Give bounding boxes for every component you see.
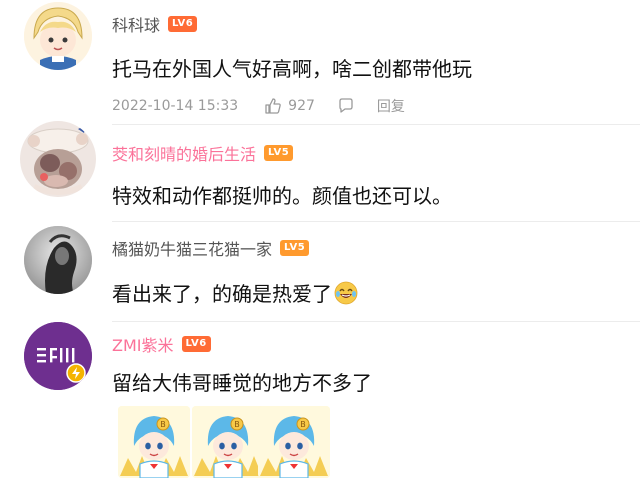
username-row: 科科球 LV6 [112,12,198,36]
sticker-emoji: B [258,406,330,478]
reply-button[interactable]: 回复 [377,96,405,116]
username-row: ZMI紫米 LV6 [112,332,211,356]
avatar[interactable] [24,322,92,390]
username[interactable]: ZMI紫米 [112,332,174,356]
photo-avatar-icon [24,226,92,294]
username[interactable]: 橘猫奶牛猫三花猫一家 [112,236,272,260]
avatar[interactable] [24,2,92,70]
anime-avatar-icon [24,2,92,70]
comment-text: 托马在外国人气好高啊，啥二创都带他玩 [112,57,472,81]
username-row: 茭和刻晴的婚后生活 LV5 [112,141,294,165]
sticker-emoji: B [118,406,190,478]
svg-text:B: B [300,420,306,429]
level-badge: LV6 [181,336,211,352]
comment-icon[interactable] [337,97,355,115]
bilibili-22-33-sticker: B [258,406,330,478]
thumbs-up-icon[interactable] [264,97,282,115]
username-row: 橘猫奶牛猫三花猫一家 LV5 [112,236,310,260]
artwork-avatar-icon [20,121,96,197]
username[interactable]: 科科球 [112,12,160,36]
like-count: 927 [288,98,315,114]
comment-text-row: 看出来了，的确是热爱了 [112,281,358,307]
svg-text:B: B [234,420,240,429]
bilibili-22-33-sticker: B [192,406,264,478]
comment-text: 留给大伟哥睡觉的地方不多了 [112,371,372,395]
level-badge: LV5 [264,145,294,161]
sticker-emoji: B [192,406,264,478]
avatar[interactable] [20,121,96,197]
comment-4: ZMI紫米 LV6 留给大伟哥睡觉的地方不多了 B B B [0,322,640,487]
comment-text: 看出来了，的确是热爱了 [112,282,332,306]
comment-meta: 2022-10-14 15:33 927 回复 [112,96,405,116]
comment-3: 橘猫奶牛猫三花猫一家 LV5 看出来了，的确是热爱了 [0,222,640,322]
level-badge: LV5 [280,240,310,256]
comment-date: 2022-10-14 15:33 [112,98,239,114]
username[interactable]: 茭和刻晴的婚后生活 [112,141,256,165]
comment-2: 茭和刻晴的婚后生活 LV5 特效和动作都挺帅的。颜值也还可以。 [0,121,640,222]
zmi-logo-icon [24,322,92,390]
comment-text: 特效和动作都挺帅的。颜值也还可以。 [112,184,452,208]
comment-1: 科科球 LV6 托马在外国人气好高啊，啥二创都带他玩 2022-10-14 15… [0,0,640,125]
svg-text:B: B [160,420,166,429]
bilibili-22-33-sticker: B [118,406,190,478]
avatar[interactable] [24,226,92,294]
level-badge: LV6 [168,16,198,32]
laughing-crying-emoji [334,281,358,305]
